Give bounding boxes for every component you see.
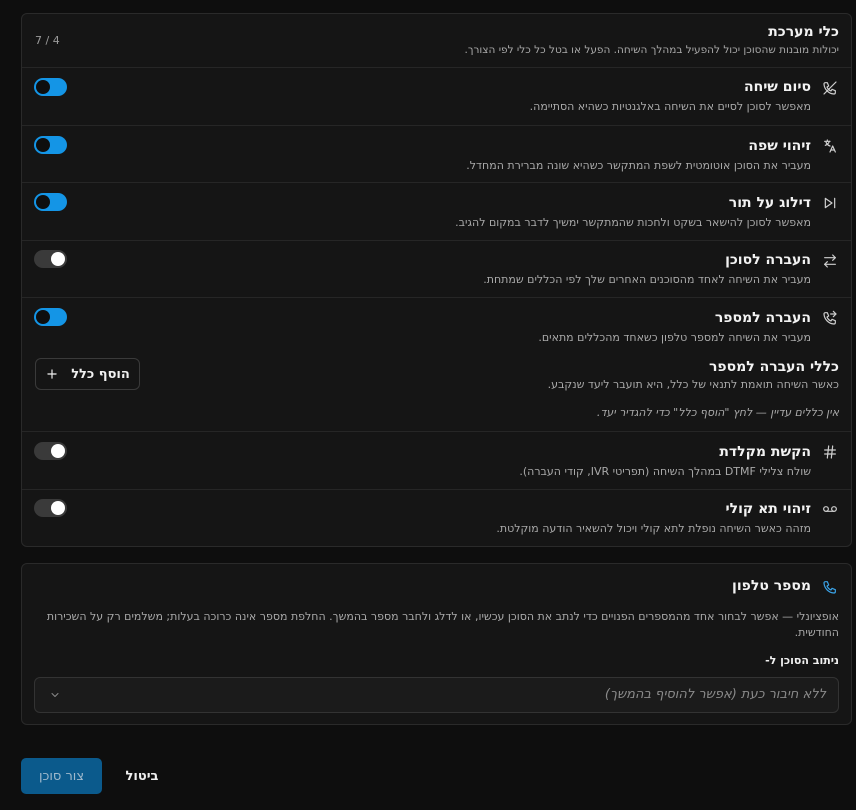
tool-row-skip-turn: דילוג על תור מאפשר לסוכן להישאר בשקט ולח… (22, 182, 851, 240)
tool-label: זיהוי שפה (748, 138, 811, 154)
hash-icon (821, 443, 839, 461)
tool-description: שולח צלילי DTMF במהלך השיחה (תפריטי IVR,… (519, 465, 811, 478)
tool-row-dtmf: הקשת מקלדת שולח צלילי DTMF במהלך השיחה (… (22, 431, 851, 489)
tool-description: מעביר את הסוכן אוטומטית לשפת המתקשר כשהי… (466, 159, 811, 172)
route-label: ניתוב הסוכן ל- (765, 654, 839, 667)
add-rule-label: הוסף כלל (71, 366, 130, 382)
transfer-arrows-icon (821, 252, 839, 270)
chevron-down-icon (49, 689, 61, 701)
cancel-button[interactable]: ביטול (112, 758, 172, 794)
section-title: כלי מערכת (768, 24, 839, 40)
tool-description: מעביר את השיחה למספר טלפון כשאחד מהכללים… (538, 331, 811, 344)
phone-number-card: מספר טלפון אופציונלי — אפשר לבחור אחד מה… (21, 563, 852, 725)
tool-description: מעביר את השיחה לאחד מהסוכנים האחרים שלך … (483, 273, 811, 286)
transfer-to-number-toggle[interactable] (34, 308, 67, 326)
tool-label: הקשת מקלדת (719, 444, 811, 460)
tool-row-end-call: סיום שיחה מאפשר לסוכן לסיים את השיחה באל… (22, 67, 851, 125)
system-tools-card: כלי מערכת יכולות מובנות שהסוכן יכול להפע… (21, 13, 852, 547)
language-detection-toggle[interactable] (34, 136, 67, 154)
skip-turn-icon (821, 194, 839, 212)
transfer-rules-title: כללי העברה למספר (708, 359, 839, 375)
transfer-rules-empty-state: אין כללים עדיין — לחץ "הוסף כלל" כדי להג… (596, 406, 839, 419)
enabled-counter: 7 / 4 (35, 34, 60, 47)
translate-icon (821, 137, 839, 155)
tool-description: מאפשר לסוכן לסיים את השיחה באלגנטיות כשה… (529, 100, 811, 113)
tool-description: מזהה כאשר השיחה נופלת לתא קולי ויכול להש… (496, 522, 811, 535)
phone-icon (821, 578, 839, 596)
tool-label: סיום שיחה (743, 79, 811, 95)
phone-off-icon (821, 79, 839, 97)
tool-label: העברה לסוכן (725, 252, 811, 268)
end-call-toggle[interactable] (34, 78, 67, 96)
tool-row-voicemail: זיהוי תא קולי מזהה כאשר השיחה נופלת לתא … (22, 489, 851, 547)
tool-label: דילוג על תור (728, 195, 811, 211)
section-description: יכולות מובנות שהסוכן יכול להפעיל במהלך ה… (464, 44, 839, 56)
tool-description: מאפשר לסוכן להישאר בשקט ולחכות שהמתקשר י… (455, 216, 811, 229)
create-agent-button[interactable]: צור סוכן (21, 758, 102, 794)
phone-section-description: אופציונלי — אפשר לבחור אחד מהמספרים הפנו… (46, 610, 839, 623)
transfer-rules-description: כאשר השיחה תואמת לתנאי של כלל, היא תועבר… (547, 378, 839, 391)
route-select[interactable]: ללא חיבור כעת (אפשר להוסיף בהמשך) (34, 677, 839, 713)
phone-forward-icon (821, 309, 839, 327)
tool-row-transfer-to-agent: העברה לסוכן מעביר את השיחה לאחד מהסוכנים… (22, 240, 851, 297)
transfer-to-agent-toggle[interactable] (34, 250, 67, 268)
tool-label: העברה למספר (714, 310, 811, 326)
voicemail-icon (821, 500, 839, 518)
skip-turn-toggle[interactable] (34, 193, 67, 211)
plus-icon (45, 367, 59, 381)
phone-section-description-cont: החודשית. (794, 626, 839, 639)
add-rule-button[interactable]: הוסף כלל (35, 358, 140, 390)
phone-section-title: מספר טלפון (732, 578, 811, 594)
route-select-value: ללא חיבור כעת (אפשר להוסיף בהמשך) (604, 687, 826, 702)
voicemail-toggle[interactable] (34, 499, 67, 517)
tool-label: זיהוי תא קולי (725, 501, 811, 517)
tool-row-language-detection: זיהוי שפה מעביר את הסוכן אוטומטית לשפת ה… (22, 125, 851, 182)
dtmf-toggle[interactable] (34, 442, 67, 460)
